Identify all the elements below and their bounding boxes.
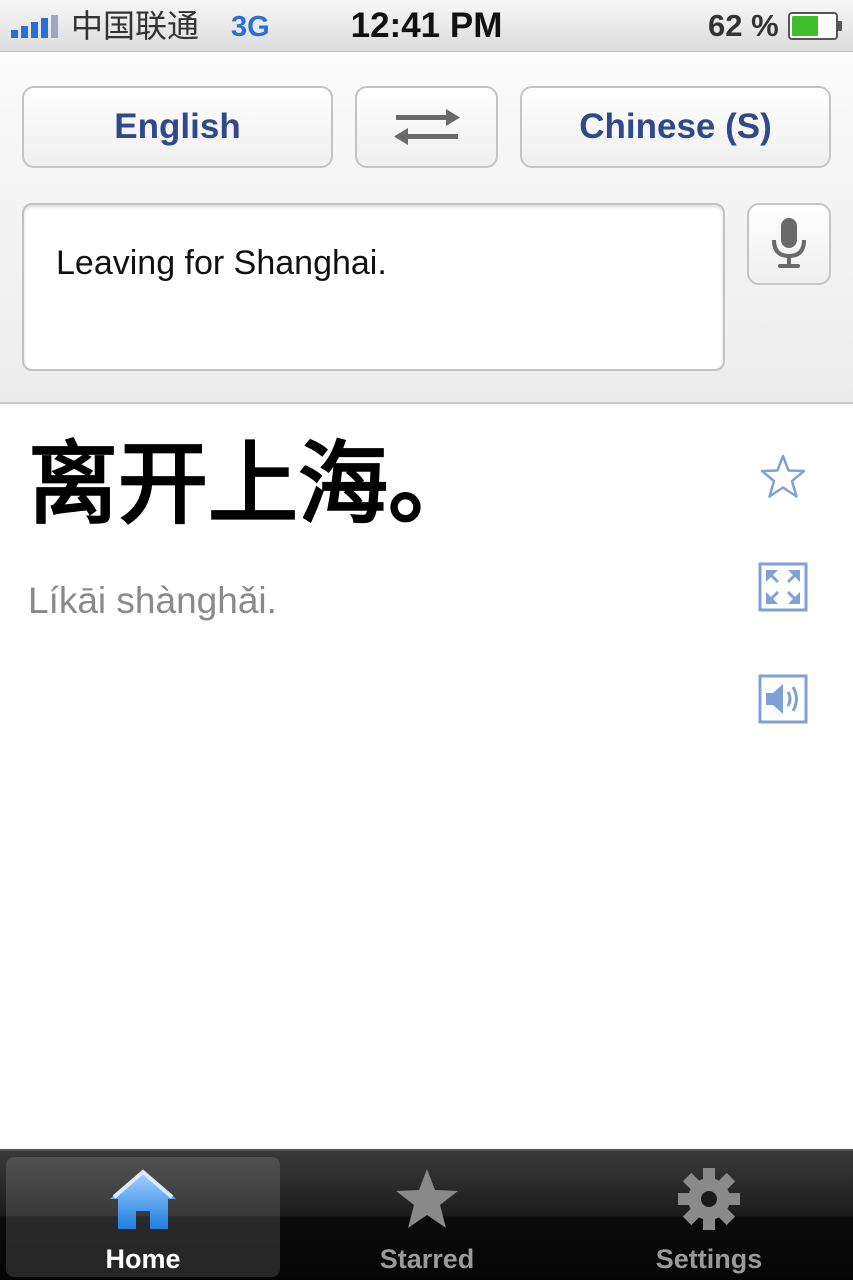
- status-bar: 中国联通 3G 12:41 PM 62 %: [0, 0, 853, 52]
- tab-settings[interactable]: Settings: [572, 1157, 846, 1277]
- swap-languages-button[interactable]: [355, 86, 498, 168]
- voice-input-button[interactable]: [747, 203, 831, 285]
- speaker-icon[interactable]: [758, 674, 808, 724]
- source-text-input[interactable]: Leaving for Shanghai.: [22, 203, 725, 371]
- target-language-button[interactable]: Chinese (S): [520, 86, 831, 168]
- fullscreen-icon[interactable]: [758, 562, 808, 612]
- translation-text: 离开上海。: [28, 432, 478, 537]
- tab-label-home: Home: [105, 1244, 181, 1274]
- tab-home[interactable]: Home: [6, 1157, 280, 1277]
- romanization-text: Líkāi shànghǎi.: [28, 580, 277, 621]
- home-icon: [110, 1169, 176, 1229]
- input-panel: English Chinese (S) Leaving for Shanghai…: [0, 53, 853, 404]
- star-icon: [396, 1169, 458, 1228]
- battery-percent: 62 %: [708, 8, 779, 43]
- tab-starred[interactable]: Starred: [290, 1157, 564, 1277]
- tab-label-starred: Starred: [379, 1244, 475, 1274]
- gear-icon: [678, 1168, 740, 1230]
- star-icon[interactable]: [758, 452, 808, 502]
- tab-bar: Home Starred Settings: [0, 1149, 853, 1280]
- tab-label-settings: Settings: [655, 1244, 763, 1274]
- battery-icon: [788, 12, 842, 40]
- microphone-icon: [772, 218, 806, 268]
- source-language-button[interactable]: English: [22, 86, 333, 168]
- swap-arrows-icon: [393, 109, 460, 145]
